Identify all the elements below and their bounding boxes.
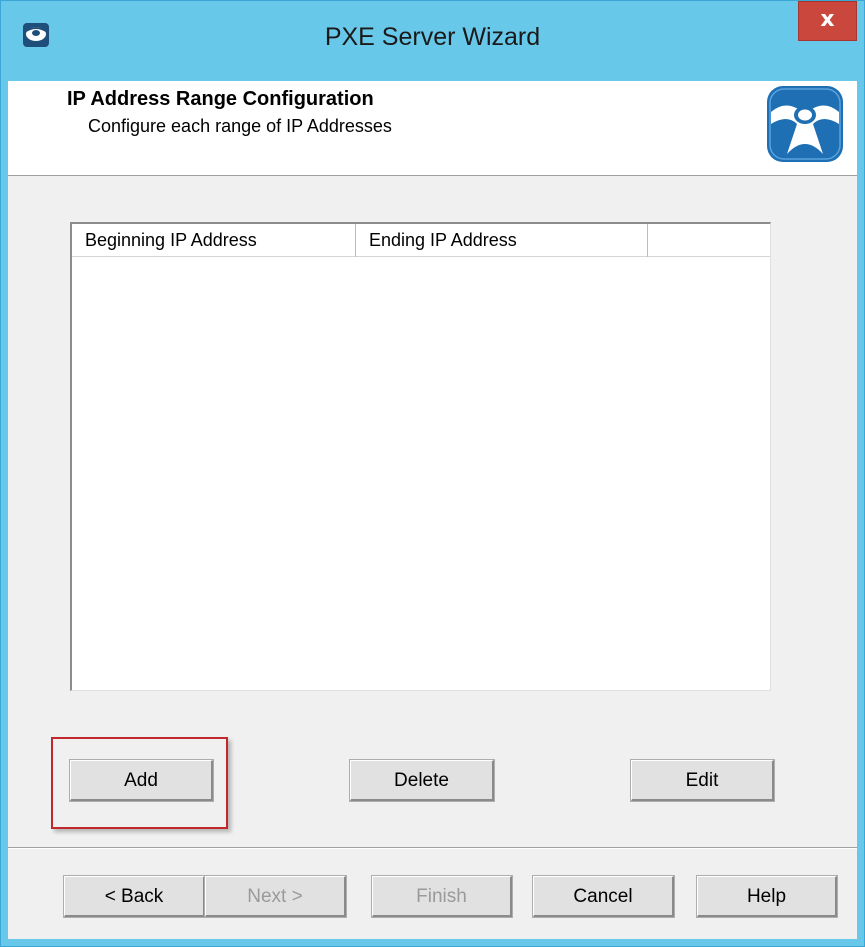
help-button[interactable]: Help bbox=[696, 875, 838, 918]
close-button[interactable]: x bbox=[798, 1, 857, 41]
next-button[interactable]: Next > bbox=[204, 875, 347, 918]
edit-button[interactable]: Edit bbox=[630, 759, 775, 802]
title-bar[interactable]: PXE Server Wizard x bbox=[1, 1, 864, 81]
page-title: IP Address Range Configuration bbox=[67, 88, 374, 110]
finish-button[interactable]: Finish bbox=[371, 875, 513, 918]
back-button[interactable]: < Back bbox=[63, 875, 206, 918]
ip-range-list[interactable]: Beginning IP Address Ending IP Address bbox=[70, 222, 771, 691]
column-ending-ip[interactable]: Ending IP Address bbox=[356, 224, 648, 257]
wizard-header: IP Address Range Configuration Configure… bbox=[8, 81, 857, 176]
cancel-button[interactable]: Cancel bbox=[532, 875, 675, 918]
window-title: PXE Server Wizard bbox=[324, 23, 541, 51]
footer-divider bbox=[8, 847, 857, 849]
list-header: Beginning IP Address Ending IP Address bbox=[72, 224, 770, 257]
delete-button[interactable]: Delete bbox=[349, 759, 495, 802]
add-button[interactable]: Add bbox=[69, 759, 214, 802]
page-subtitle: Configure each range of IP Addresses bbox=[88, 116, 392, 136]
wizard-body: IP Address Range Configuration Configure… bbox=[8, 81, 857, 939]
column-extra[interactable] bbox=[648, 224, 770, 257]
column-beginning-ip[interactable]: Beginning IP Address bbox=[72, 224, 356, 257]
thinmanager-logo-icon bbox=[767, 86, 843, 162]
wizard-window: PXE Server Wizard x IP Address Range Con… bbox=[0, 0, 865, 947]
